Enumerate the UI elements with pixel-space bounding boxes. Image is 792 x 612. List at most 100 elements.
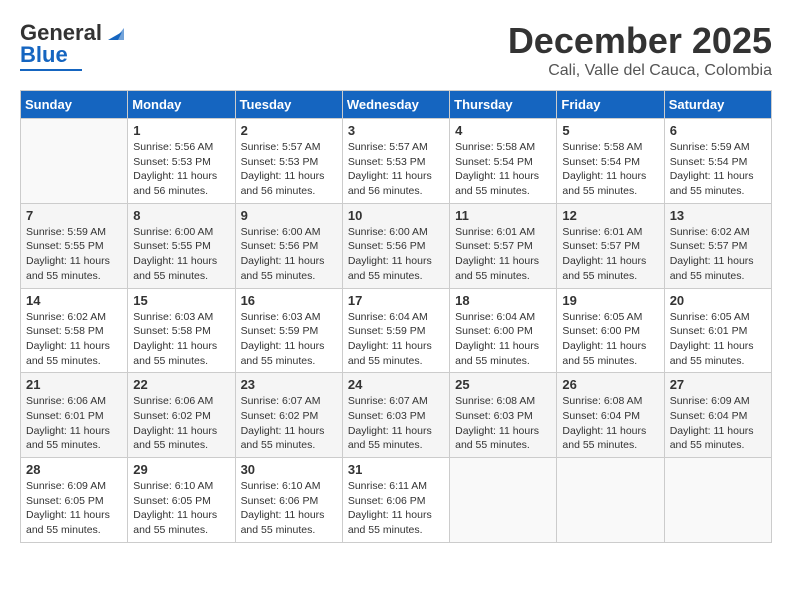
calendar-cell: 23 Sunrise: 6:07 AM Sunset: 6:02 PM Dayli…	[235, 373, 342, 458]
day-number: 30	[241, 462, 337, 477]
day-number: 25	[455, 377, 551, 392]
day-number: 15	[133, 293, 229, 308]
day-header-tuesday: Tuesday	[235, 91, 342, 119]
calendar-cell: 2 Sunrise: 5:57 AM Sunset: 5:53 PM Daylig…	[235, 119, 342, 204]
day-info: Sunrise: 6:00 AM Sunset: 5:55 PM Dayligh…	[133, 225, 229, 284]
calendar-week-3: 14 Sunrise: 6:02 AM Sunset: 5:58 PM Dayli…	[21, 288, 772, 373]
day-info: Sunrise: 5:58 AM Sunset: 5:54 PM Dayligh…	[455, 140, 551, 199]
day-info: Sunrise: 6:06 AM Sunset: 6:02 PM Dayligh…	[133, 394, 229, 453]
title-block: December 2025 Cali, Valle del Cauca, Col…	[508, 20, 772, 80]
day-header-sunday: Sunday	[21, 91, 128, 119]
day-info: Sunrise: 5:57 AM Sunset: 5:53 PM Dayligh…	[348, 140, 444, 199]
calendar-cell: 21 Sunrise: 6:06 AM Sunset: 6:01 PM Dayli…	[21, 373, 128, 458]
day-info: Sunrise: 6:08 AM Sunset: 6:04 PM Dayligh…	[562, 394, 658, 453]
calendar-week-2: 7 Sunrise: 5:59 AM Sunset: 5:55 PM Daylig…	[21, 203, 772, 288]
calendar-cell: 3Sunrise: 5:57 AM Sunset: 5:53 PM Daylig…	[342, 119, 449, 204]
day-number: 10	[348, 208, 444, 223]
day-number: 28	[26, 462, 122, 477]
calendar-cell: 18 Sunrise: 6:04 AM Sunset: 6:00 PM Dayli…	[450, 288, 557, 373]
day-info: Sunrise: 6:10 AM Sunset: 6:05 PM Dayligh…	[133, 479, 229, 538]
day-number: 2	[241, 123, 337, 138]
day-info: Sunrise: 5:59 AM Sunset: 5:54 PM Dayligh…	[670, 140, 766, 199]
page-header: General Blue December 2025 Cali, Valle d…	[20, 20, 772, 80]
calendar-cell: 12Sunrise: 6:01 AM Sunset: 5:57 PM Dayli…	[557, 203, 664, 288]
calendar-cell: 26 Sunrise: 6:08 AM Sunset: 6:04 PM Dayli…	[557, 373, 664, 458]
day-number: 23	[241, 377, 337, 392]
calendar-cell: 13Sunrise: 6:02 AM Sunset: 5:57 PM Dayli…	[664, 203, 771, 288]
calendar-cell	[664, 458, 771, 543]
calendar-cell	[450, 458, 557, 543]
logo: General Blue	[20, 20, 126, 71]
day-info: Sunrise: 6:07 AM Sunset: 6:03 PM Dayligh…	[348, 394, 444, 453]
calendar-week-1: 1Sunrise: 5:56 AM Sunset: 5:53 PM Daylig…	[21, 119, 772, 204]
day-info: Sunrise: 5:59 AM Sunset: 5:55 PM Dayligh…	[26, 225, 122, 284]
day-number: 18	[455, 293, 551, 308]
day-info: Sunrise: 6:04 AM Sunset: 6:00 PM Dayligh…	[455, 310, 551, 369]
day-number: 26	[562, 377, 658, 392]
day-info: Sunrise: 6:02 AM Sunset: 5:57 PM Dayligh…	[670, 225, 766, 284]
calendar-week-4: 21 Sunrise: 6:06 AM Sunset: 6:01 PM Dayli…	[21, 373, 772, 458]
calendar-cell: 9Sunrise: 6:00 AM Sunset: 5:56 PM Daylig…	[235, 203, 342, 288]
day-header-friday: Friday	[557, 91, 664, 119]
day-info: Sunrise: 6:11 AM Sunset: 6:06 PM Dayligh…	[348, 479, 444, 538]
calendar-cell: 25Sunrise: 6:08 AM Sunset: 6:03 PM Dayli…	[450, 373, 557, 458]
calendar-cell: 31 Sunrise: 6:11 AM Sunset: 6:06 PM Dayli…	[342, 458, 449, 543]
day-number: 31	[348, 462, 444, 477]
calendar-cell: 11 Sunrise: 6:01 AM Sunset: 5:57 PM Dayli…	[450, 203, 557, 288]
day-info: Sunrise: 6:03 AM Sunset: 5:59 PM Dayligh…	[241, 310, 337, 369]
calendar-cell: 20Sunrise: 6:05 AM Sunset: 6:01 PM Dayli…	[664, 288, 771, 373]
day-number: 9	[241, 208, 337, 223]
day-info: Sunrise: 6:07 AM Sunset: 6:02 PM Dayligh…	[241, 394, 337, 453]
day-info: Sunrise: 6:10 AM Sunset: 6:06 PM Dayligh…	[241, 479, 337, 538]
day-number: 4	[455, 123, 551, 138]
day-number: 14	[26, 293, 122, 308]
day-number: 7	[26, 208, 122, 223]
day-info: Sunrise: 5:56 AM Sunset: 5:53 PM Dayligh…	[133, 140, 229, 199]
calendar-cell: 17Sunrise: 6:04 AM Sunset: 5:59 PM Dayli…	[342, 288, 449, 373]
calendar-header-row: SundayMondayTuesdayWednesdayThursdayFrid…	[21, 91, 772, 119]
day-header-thursday: Thursday	[450, 91, 557, 119]
day-info: Sunrise: 6:06 AM Sunset: 6:01 PM Dayligh…	[26, 394, 122, 453]
day-number: 11	[455, 208, 551, 223]
day-info: Sunrise: 6:01 AM Sunset: 5:57 PM Dayligh…	[455, 225, 551, 284]
calendar-cell: 19Sunrise: 6:05 AM Sunset: 6:00 PM Dayli…	[557, 288, 664, 373]
day-info: Sunrise: 6:04 AM Sunset: 5:59 PM Dayligh…	[348, 310, 444, 369]
day-header-monday: Monday	[128, 91, 235, 119]
day-info: Sunrise: 6:09 AM Sunset: 6:04 PM Dayligh…	[670, 394, 766, 453]
calendar-cell: 8Sunrise: 6:00 AM Sunset: 5:55 PM Daylig…	[128, 203, 235, 288]
logo-icon	[104, 22, 126, 44]
logo-blue: Blue	[20, 42, 68, 67]
day-info: Sunrise: 6:02 AM Sunset: 5:58 PM Dayligh…	[26, 310, 122, 369]
calendar-cell	[21, 119, 128, 204]
calendar-cell: 5 Sunrise: 5:58 AM Sunset: 5:54 PM Daylig…	[557, 119, 664, 204]
calendar-cell: 30 Sunrise: 6:10 AM Sunset: 6:06 PM Dayli…	[235, 458, 342, 543]
calendar-cell: 22Sunrise: 6:06 AM Sunset: 6:02 PM Dayli…	[128, 373, 235, 458]
calendar-cell: 1Sunrise: 5:56 AM Sunset: 5:53 PM Daylig…	[128, 119, 235, 204]
calendar-cell: 28Sunrise: 6:09 AM Sunset: 6:05 PM Dayli…	[21, 458, 128, 543]
calendar-cell: 16Sunrise: 6:03 AM Sunset: 5:59 PM Dayli…	[235, 288, 342, 373]
calendar-cell: 29 Sunrise: 6:10 AM Sunset: 6:05 PM Dayli…	[128, 458, 235, 543]
day-info: Sunrise: 6:03 AM Sunset: 5:58 PM Dayligh…	[133, 310, 229, 369]
day-number: 19	[562, 293, 658, 308]
calendar-week-5: 28Sunrise: 6:09 AM Sunset: 6:05 PM Dayli…	[21, 458, 772, 543]
day-number: 27	[670, 377, 766, 392]
logo-underline	[20, 69, 82, 71]
day-number: 29	[133, 462, 229, 477]
calendar-cell: 27 Sunrise: 6:09 AM Sunset: 6:04 PM Dayli…	[664, 373, 771, 458]
day-info: Sunrise: 5:57 AM Sunset: 5:53 PM Dayligh…	[241, 140, 337, 199]
day-header-saturday: Saturday	[664, 91, 771, 119]
calendar-cell: 14 Sunrise: 6:02 AM Sunset: 5:58 PM Dayli…	[21, 288, 128, 373]
calendar-cell: 10 Sunrise: 6:00 AM Sunset: 5:56 PM Dayli…	[342, 203, 449, 288]
calendar-subtitle: Cali, Valle del Cauca, Colombia	[508, 62, 772, 80]
calendar-cell: 24 Sunrise: 6:07 AM Sunset: 6:03 PM Dayli…	[342, 373, 449, 458]
day-number: 5	[562, 123, 658, 138]
day-number: 21	[26, 377, 122, 392]
day-info: Sunrise: 6:00 AM Sunset: 5:56 PM Dayligh…	[348, 225, 444, 284]
calendar-cell: 4 Sunrise: 5:58 AM Sunset: 5:54 PM Daylig…	[450, 119, 557, 204]
calendar-cell: 6Sunrise: 5:59 AM Sunset: 5:54 PM Daylig…	[664, 119, 771, 204]
day-number: 24	[348, 377, 444, 392]
calendar-cell: 15 Sunrise: 6:03 AM Sunset: 5:58 PM Dayli…	[128, 288, 235, 373]
day-info: Sunrise: 5:58 AM Sunset: 5:54 PM Dayligh…	[562, 140, 658, 199]
calendar-cell	[557, 458, 664, 543]
calendar-title: December 2025	[508, 20, 772, 62]
